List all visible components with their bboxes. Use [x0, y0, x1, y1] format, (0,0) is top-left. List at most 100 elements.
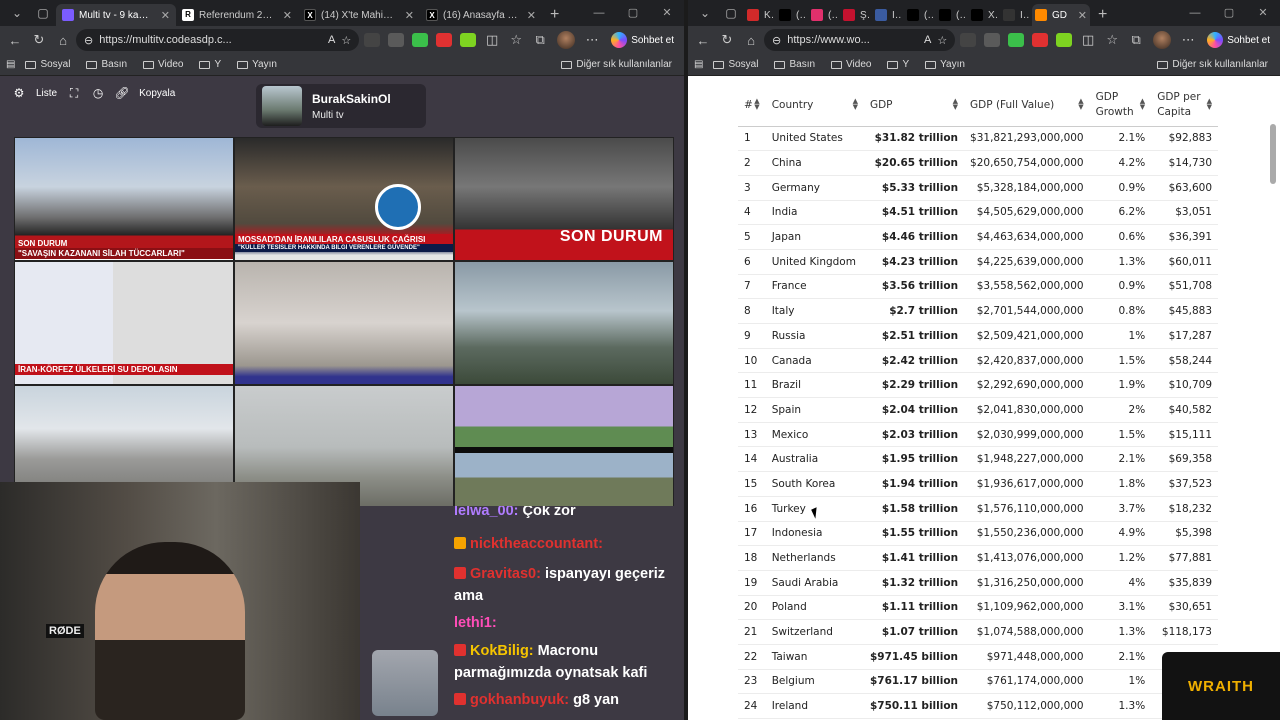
other-favorites-folder[interactable]: Diğer sık kullanılanlar	[1151, 59, 1274, 70]
translate-icon[interactable]: A	[328, 34, 335, 46]
settings-gear-icon[interactable]: ⚙	[12, 86, 26, 100]
extension-icon[interactable]	[388, 33, 405, 47]
column-header-rank[interactable]: # ▲ ▼	[738, 84, 766, 127]
bookmark-folder[interactable]: Y	[881, 59, 915, 70]
close-tab-icon[interactable]: ✕	[157, 9, 170, 22]
fullscreen-icon[interactable]: ⛶	[67, 86, 81, 100]
split-screen-icon[interactable]: ◫	[481, 29, 503, 51]
other-favorites-folder[interactable]: Diğer sık kullanılanlar	[555, 59, 678, 70]
home-icon[interactable]: ⌂	[740, 29, 762, 51]
extension-icon[interactable]	[412, 33, 429, 47]
translate-icon[interactable]: A	[924, 34, 931, 46]
bookmark-folder[interactable]: Y	[193, 59, 227, 70]
video-tile[interactable]	[234, 261, 454, 385]
bookmarks-menu-icon[interactable]: ▤	[6, 59, 15, 70]
tab-item[interactable]: GD ✕	[1032, 4, 1090, 26]
extension-icon[interactable]	[960, 33, 977, 47]
maximize-icon[interactable]: ▢	[616, 0, 650, 26]
site-info-icon[interactable]: ⊖	[84, 34, 93, 47]
tab-x-home[interactable]: X (16) Anasayfa / X ✕	[420, 4, 542, 26]
more-icon[interactable]: ⋯	[1177, 29, 1199, 51]
refresh-icon[interactable]: ↻	[716, 29, 738, 51]
refresh-icon[interactable]: ↻	[28, 29, 50, 51]
channel-card[interactable]: BurakSakinOl Multi tv	[256, 84, 426, 128]
tab-item[interactable]: (9)	[808, 4, 840, 26]
profile-avatar[interactable]	[557, 31, 576, 49]
extension-icon[interactable]	[1032, 33, 1049, 47]
bookmark-folder[interactable]: Basın	[80, 59, 133, 70]
bookmark-folder[interactable]: Video	[825, 59, 877, 70]
split-screen-icon[interactable]: ◫	[1077, 29, 1099, 51]
collections-icon[interactable]: ⧉	[529, 29, 551, 51]
tab-multitv[interactable]: Multi tv - 9 kanal izleni ✕	[56, 4, 176, 26]
minimize-icon[interactable]: —	[1178, 0, 1212, 26]
minimize-icon[interactable]: —	[582, 0, 616, 26]
tab-item[interactable]: Kic	[744, 4, 776, 26]
new-tab-icon[interactable]: +	[542, 4, 567, 26]
tab-item[interactable]: (9)	[936, 4, 968, 26]
copilot-button[interactable]: Sohbet et	[1201, 32, 1276, 48]
home-icon[interactable]: ⌂	[52, 29, 74, 51]
bookmark-folder[interactable]: Video	[137, 59, 189, 70]
video-tile[interactable]: İRAN-KÖRFEZ ÜLKELERİ SU DEPOLASIN	[14, 261, 234, 385]
favorites-icon[interactable]: ☆	[1101, 29, 1123, 51]
video-tile[interactable]	[454, 261, 674, 385]
close-tab-icon[interactable]: ✕	[401, 9, 414, 22]
tab-x-mahir[interactable]: X (14) X'te Mahir KILIÇ: "Ö ✕	[298, 4, 420, 26]
scrollbar-thumb[interactable]	[1270, 124, 1276, 184]
profile-avatar[interactable]	[1153, 31, 1172, 49]
column-header-gdp-full[interactable]: GDP (Full Value) ▲ ▼	[964, 84, 1090, 127]
bookmark-folder[interactable]: Basın	[768, 59, 821, 70]
link-icon[interactable]: 🔗︎	[115, 86, 130, 100]
bookmark-folder[interactable]: Sosyal	[707, 59, 764, 70]
close-tab-icon[interactable]: ✕	[523, 9, 536, 22]
list-button[interactable]: Liste	[36, 88, 57, 99]
close-window-icon[interactable]: ✕	[1246, 0, 1280, 26]
column-header-gdp-growth[interactable]: GDP Growth ▲ ▼	[1089, 84, 1152, 127]
extension-icon[interactable]	[460, 33, 477, 47]
new-tab-icon[interactable]: +	[1090, 4, 1115, 26]
site-info-icon[interactable]: ⊖	[772, 34, 781, 47]
extension-icon[interactable]	[364, 33, 381, 47]
column-header-gdp[interactable]: GDP ▲ ▼	[863, 84, 965, 127]
workspaces-icon[interactable]: ▢	[30, 0, 56, 26]
bookmark-folder[interactable]: Sosyal	[19, 59, 76, 70]
video-tile[interactable]	[454, 385, 674, 509]
tab-item[interactable]: (11	[776, 4, 808, 26]
favorite-star-icon[interactable]: ☆	[937, 34, 947, 47]
back-icon[interactable]: ←	[692, 29, 714, 51]
close-window-icon[interactable]: ✕	[650, 0, 684, 26]
bookmark-folder[interactable]: Yayın	[231, 59, 283, 70]
tab-actions-icon[interactable]: ⌄	[4, 0, 30, 26]
copy-button[interactable]: Kopyala	[139, 88, 175, 99]
favorite-star-icon[interactable]: ☆	[341, 34, 351, 47]
column-header-country[interactable]: Country ▲ ▼	[765, 84, 864, 127]
close-tab-icon[interactable]: ✕	[279, 9, 292, 22]
copilot-button[interactable]: Sohbet et	[605, 32, 680, 48]
tab-item[interactable]: X't	[968, 4, 1000, 26]
timer-icon[interactable]: ◷	[91, 86, 105, 100]
close-tab-icon[interactable]: ✕	[1074, 9, 1087, 22]
workspaces-icon[interactable]: ▢	[718, 0, 744, 26]
video-tile[interactable]: SON DURUM	[454, 137, 674, 261]
video-tile[interactable]: SON DURUM "SAVAŞIN KAZANANI SİLAH TÜCCAR…	[14, 137, 234, 261]
address-bar[interactable]: ⊖ https://www.wo... A ☆	[764, 29, 956, 51]
tab-item[interactable]: (11	[904, 4, 936, 26]
more-icon[interactable]: ⋯	[581, 29, 603, 51]
back-icon[interactable]: ←	[4, 29, 26, 51]
tab-item[interactable]: Şar	[840, 4, 872, 26]
column-header-gdp-per-capita[interactable]: GDP per Capita ▲ ▼	[1151, 84, 1218, 127]
tab-item[interactable]: İra	[1000, 4, 1032, 26]
tab-item[interactable]: İra	[872, 4, 904, 26]
address-bar[interactable]: ⊖ https://multitv.codeasdp.c... A ☆	[76, 29, 360, 51]
tab-actions-icon[interactable]: ⌄	[692, 0, 718, 26]
extension-icon[interactable]	[1008, 33, 1025, 47]
extension-icon[interactable]	[1056, 33, 1073, 47]
video-tile[interactable]: MOSSAD'DAN İRANLILARA CASUSLUK ÇAĞRISI "…	[234, 137, 454, 261]
maximize-icon[interactable]: ▢	[1212, 0, 1246, 26]
extension-icon[interactable]	[984, 33, 1001, 47]
bookmark-folder[interactable]: Yayın	[919, 59, 971, 70]
bookmarks-menu-icon[interactable]: ▤	[694, 59, 703, 70]
collections-icon[interactable]: ⧉	[1125, 29, 1147, 51]
tab-referendum[interactable]: R Referendum 2026, oggi ✕	[176, 4, 298, 26]
